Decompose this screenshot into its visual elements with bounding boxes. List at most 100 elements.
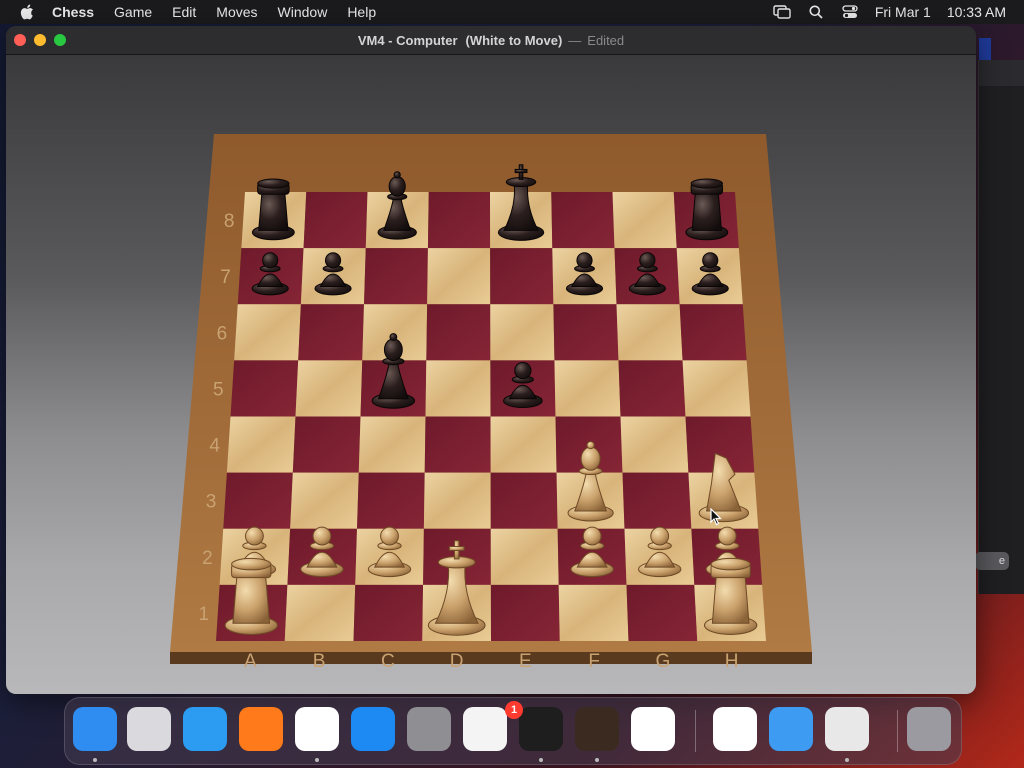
board-squares[interactable]	[216, 192, 766, 641]
system-settings-icon[interactable]	[407, 707, 451, 751]
rank-label-2: 2	[202, 548, 213, 569]
visual-studio-icon[interactable]	[713, 707, 757, 751]
app-store-icon[interactable]	[351, 707, 395, 751]
window-title: VM4 - Computer	[357, 32, 458, 48]
apple-menu-icon[interactable]	[18, 4, 36, 20]
square-a6[interactable]	[234, 304, 301, 361]
rank-label-6: 6	[217, 323, 228, 344]
spotlight-search-icon[interactable]	[807, 4, 825, 20]
running-indicator	[93, 758, 97, 762]
board-base	[170, 652, 812, 664]
textedit-icon[interactable]	[463, 707, 507, 751]
chess-scene[interactable]: A B C D E F G H 8 7 6 5 4 3 2 1	[6, 55, 976, 694]
square-e6[interactable]	[490, 304, 555, 361]
square-f1[interactable]	[558, 584, 629, 641]
dock-separator	[695, 710, 696, 752]
file-label-d: D	[450, 651, 464, 672]
square-d5[interactable]	[425, 360, 491, 417]
square-b6[interactable]	[298, 304, 364, 361]
rank-label-7: 7	[220, 267, 231, 288]
square-c4[interactable]	[358, 416, 426, 473]
square-h6[interactable]	[679, 304, 747, 361]
menu-app-chess[interactable]: Chess	[52, 4, 94, 20]
square-d6[interactable]	[426, 304, 491, 361]
square-d8[interactable]	[427, 192, 491, 249]
square-g5[interactable]	[618, 360, 686, 417]
square-g8[interactable]	[612, 192, 677, 249]
square-h5[interactable]	[682, 360, 751, 417]
file-label-a: A	[244, 651, 257, 672]
background-window-accent	[979, 38, 991, 60]
close-button[interactable]	[14, 34, 26, 46]
rank-label-8: 8	[224, 211, 235, 232]
rank-label-3: 3	[206, 492, 217, 513]
square-a5[interactable]	[230, 360, 299, 417]
square-b8[interactable]	[303, 192, 368, 249]
square-e1[interactable]	[490, 584, 560, 641]
square-g3[interactable]	[622, 472, 692, 529]
background-window[interactable]: e	[975, 38, 1024, 594]
background-window-toolbar	[979, 60, 1024, 86]
menu-game[interactable]: Game	[114, 4, 152, 20]
square-a3[interactable]	[223, 472, 293, 529]
square-e3[interactable]	[490, 472, 558, 529]
square-c1[interactable]	[353, 584, 424, 641]
square-e2[interactable]	[490, 528, 559, 585]
square-g6[interactable]	[616, 304, 683, 361]
file-label-g: G	[655, 651, 670, 672]
firefox-icon[interactable]	[239, 707, 283, 751]
menu-date[interactable]: Fri Mar 1	[875, 4, 931, 20]
window-controls	[14, 34, 66, 46]
rank-label-5: 5	[213, 379, 224, 400]
window-status: (White to Move)	[465, 32, 563, 48]
finder-icon[interactable]	[73, 707, 117, 751]
launchpad-icon[interactable]	[127, 707, 171, 751]
chrome-icon[interactable]	[295, 707, 339, 751]
menu-moves[interactable]: Moves	[216, 4, 257, 20]
square-f6[interactable]	[553, 304, 619, 361]
dock: 1	[64, 697, 962, 765]
chess-window: VM4 - Computer (White to Move) — Edited	[6, 26, 976, 694]
square-b4[interactable]	[292, 416, 361, 473]
square-b1[interactable]	[284, 584, 356, 641]
square-f8[interactable]	[551, 192, 615, 249]
terminal-icon[interactable]	[519, 707, 563, 751]
square-c7[interactable]	[364, 248, 428, 305]
chess-icon[interactable]	[825, 707, 869, 751]
square-d7[interactable]	[427, 248, 491, 305]
square-b3[interactable]	[290, 472, 359, 529]
square-g1[interactable]	[626, 584, 698, 641]
square-e7[interactable]	[490, 248, 554, 305]
menu-window[interactable]: Window	[278, 4, 328, 20]
window-title-separator: —	[568, 32, 582, 48]
file-label-e: E	[519, 651, 532, 672]
file-label-b: B	[313, 651, 326, 672]
square-f5[interactable]	[554, 360, 621, 417]
background-window-button[interactable]: e	[975, 552, 1009, 570]
running-indicator	[595, 758, 599, 762]
control-center-icon[interactable]	[841, 4, 859, 20]
square-d4[interactable]	[424, 416, 491, 473]
square-c3[interactable]	[357, 472, 425, 529]
rank-label-4: 4	[209, 436, 220, 457]
zoom-button[interactable]	[54, 34, 66, 46]
square-g4[interactable]	[620, 416, 689, 473]
vscode-icon[interactable]	[631, 707, 675, 751]
square-e4[interactable]	[490, 416, 557, 473]
square-a4[interactable]	[226, 416, 296, 473]
screen-mirroring-icon[interactable]	[773, 4, 791, 20]
square-d3[interactable]	[423, 472, 491, 529]
minimize-button[interactable]	[34, 34, 46, 46]
trash-icon[interactable]	[907, 707, 951, 751]
file-label-f: F	[588, 651, 600, 672]
dock-separator	[897, 710, 898, 752]
safari-icon[interactable]	[183, 707, 227, 751]
weather-icon[interactable]	[769, 707, 813, 751]
square-b5[interactable]	[295, 360, 363, 417]
menu-edit[interactable]: Edit	[172, 4, 196, 20]
menu-time[interactable]: 10:33 AM	[947, 4, 1006, 20]
menu-help[interactable]: Help	[347, 4, 376, 20]
garageband-icon[interactable]	[575, 707, 619, 751]
chess-board[interactable]: A B C D E F G H 8 7 6 5 4 3 2 1	[6, 55, 976, 694]
window-titlebar[interactable]: VM4 - Computer (White to Move) — Edited	[6, 26, 976, 55]
